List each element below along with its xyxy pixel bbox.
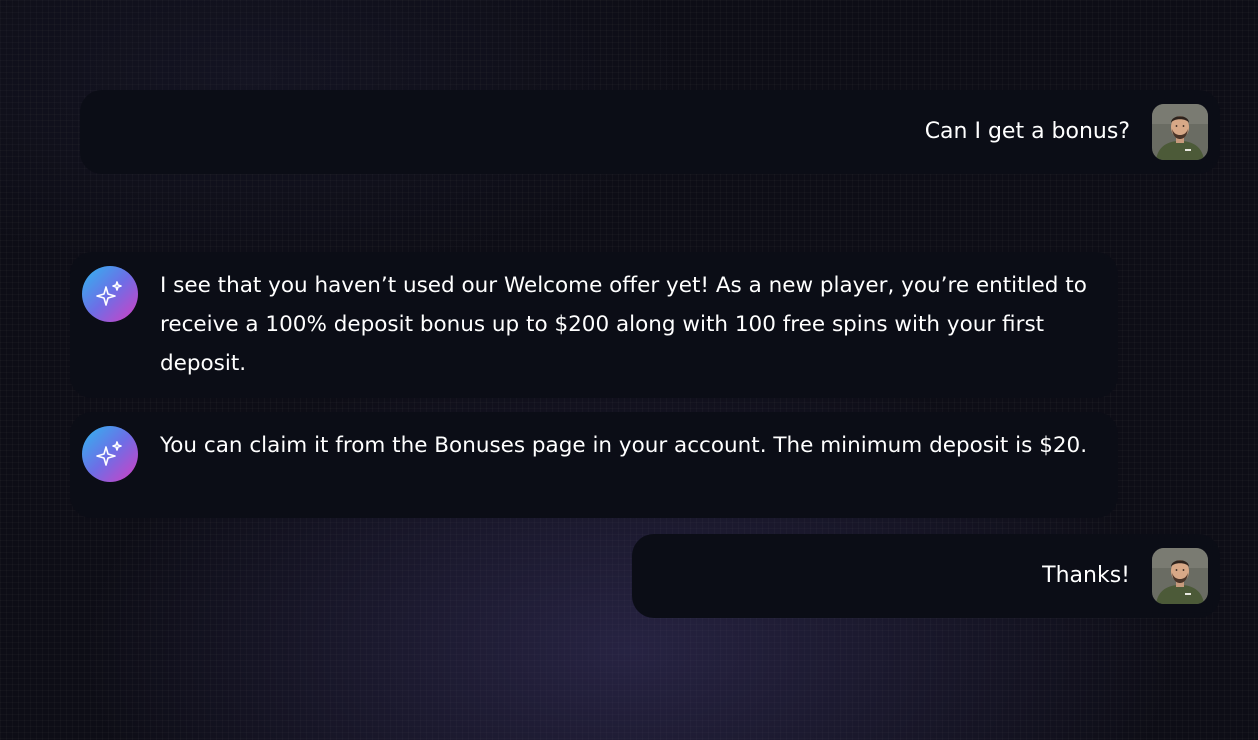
user-avatar (1152, 548, 1208, 604)
assistant-message-bubble: You can claim it from the Bonuses page i… (70, 412, 1118, 518)
user-avatar-icon (1152, 104, 1208, 160)
user-message-text: Can I get a bonus? (924, 119, 1130, 144)
user-message-bubble: Can I get a bonus? (80, 90, 1220, 174)
sparkles-icon (82, 426, 138, 482)
user-message-bubble: Thanks! (632, 534, 1220, 618)
assistant-message-bubble: I see that you haven’t used our Welcome … (70, 252, 1118, 398)
sparkles-icon (82, 266, 138, 322)
assistant-message-text: I see that you haven’t used our Welcome … (160, 273, 1087, 376)
assistant-message-text: You can claim it from the Bonuses page i… (160, 433, 1088, 458)
user-avatar-icon (1152, 548, 1208, 604)
user-message-text: Thanks! (1042, 563, 1130, 588)
user-avatar (1152, 104, 1208, 160)
